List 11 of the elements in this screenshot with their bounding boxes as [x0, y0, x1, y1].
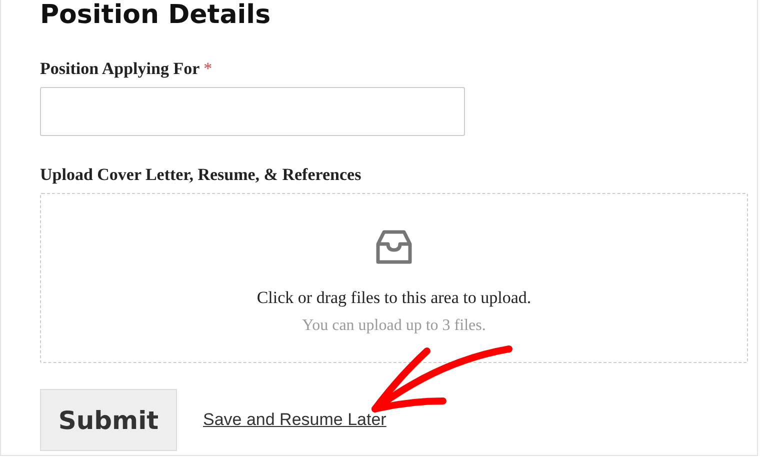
field-label: Upload Cover Letter, Resume, & References [40, 165, 362, 184]
save-resume-link[interactable]: Save and Resume Later [203, 410, 386, 430]
field-label: Position Applying For [40, 59, 200, 78]
required-mark: * [204, 59, 212, 78]
input-field[interactable] [40, 87, 465, 136]
form-heading: Position Details [40, 0, 272, 30]
upload-instructions: Click or drag files to this area to upload. [256, 288, 532, 308]
inbox-tray-icon [375, 228, 413, 266]
submit-button[interactable]: Submit [40, 389, 177, 451]
upload-limit-hint: You can upload up to 3 files. [302, 317, 486, 335]
upload-dropzone[interactable]: Click or drag files to this area to upload. You can upload up to 3 files. [40, 193, 748, 363]
